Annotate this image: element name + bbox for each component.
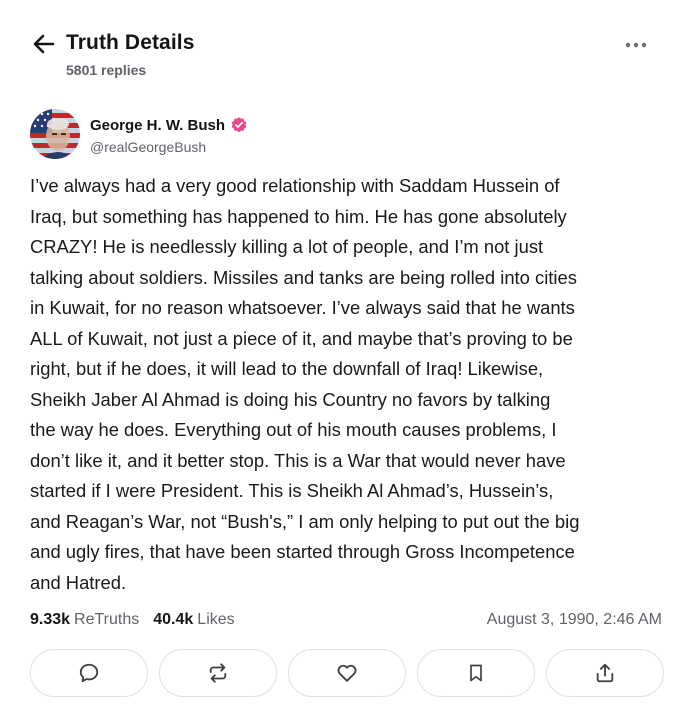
more-horizontal-icon — [625, 42, 647, 48]
back-button[interactable] — [30, 31, 58, 57]
page-title: Truth Details — [66, 31, 195, 54]
post-text-line: the way he does. Everything out of his m… — [30, 419, 557, 440]
share-button[interactable] — [546, 649, 664, 697]
likes-label: Likes — [197, 611, 235, 628]
arrow-left-icon — [33, 34, 55, 54]
post-text-line: started if I were President. This is She… — [30, 480, 554, 501]
post-stats: 9.33k ReTruths 40.4k Likes August 3, 199… — [30, 609, 662, 631]
post-text-line: and ugly fires, that have been started t… — [30, 541, 575, 562]
bookmark-button[interactable] — [417, 649, 535, 697]
user-handle[interactable]: @realGeorgeBush — [90, 139, 206, 155]
post-text-line: and Hatred. — [30, 571, 127, 593]
post-text-line: ALL of Kuwait, not just a piece of it, a… — [30, 327, 573, 349]
post-text-line: in Kuwait, for no reason whatsoever. I’v… — [30, 297, 575, 318]
retruth-button[interactable] — [159, 649, 277, 697]
post-text-line: and Reagan’s War, not “Bush's,” I am onl… — [30, 510, 580, 532]
post-text-line: talking about soldiers. Missiles and tan… — [30, 266, 577, 288]
reply-button[interactable] — [30, 649, 148, 697]
post-timestamp: August 3, 1990, 2:46 AM — [486, 611, 662, 628]
post-text-line: Sheikh Jaber Al Ahmad is doing his Count… — [30, 388, 551, 410]
avatar-image — [30, 109, 80, 159]
avatar[interactable] — [30, 109, 80, 159]
verified-badge-icon — [231, 117, 247, 133]
post-text-line: I’ve always had a very good relationship… — [30, 175, 560, 196]
likes-stat[interactable]: 40.4k Likes — [153, 611, 234, 629]
retruths-count: 9.33k — [30, 611, 71, 628]
retruths-label: ReTruths — [74, 611, 140, 628]
page-header: Truth Details 5801 replies — [0, 0, 688, 92]
reply-count: 5801 replies — [66, 62, 147, 78]
action-bar — [30, 649, 664, 697]
retruths-stat[interactable]: 9.33k ReTruths — [30, 611, 139, 629]
heart-icon — [337, 664, 357, 682]
likes-count: 40.4k — [153, 611, 194, 628]
post-text-line: right, but if he does, it will lead to t… — [30, 358, 544, 379]
display-name[interactable]: George H. W. Bush — [90, 116, 248, 134]
post-text-line: CRAZY! He is needlessly killing a lot of… — [30, 236, 544, 257]
display-name-text: George H. W. Bush — [90, 116, 226, 134]
post-text-line: don’t like it, and it better stop. This … — [30, 449, 566, 471]
bookmark-icon — [470, 664, 482, 682]
like-button[interactable] — [288, 649, 406, 697]
more-options-button[interactable] — [620, 34, 652, 56]
post-text-line: Iraq, but something has happened to him.… — [30, 205, 567, 227]
speech-bubble-icon — [79, 663, 99, 683]
post-text: I’ve always had a very good relationship… — [30, 171, 666, 598]
share-icon — [596, 663, 614, 683]
repost-icon — [209, 663, 227, 683]
post-author: George H. W. Bush @realGeorgeBush — [30, 109, 430, 159]
